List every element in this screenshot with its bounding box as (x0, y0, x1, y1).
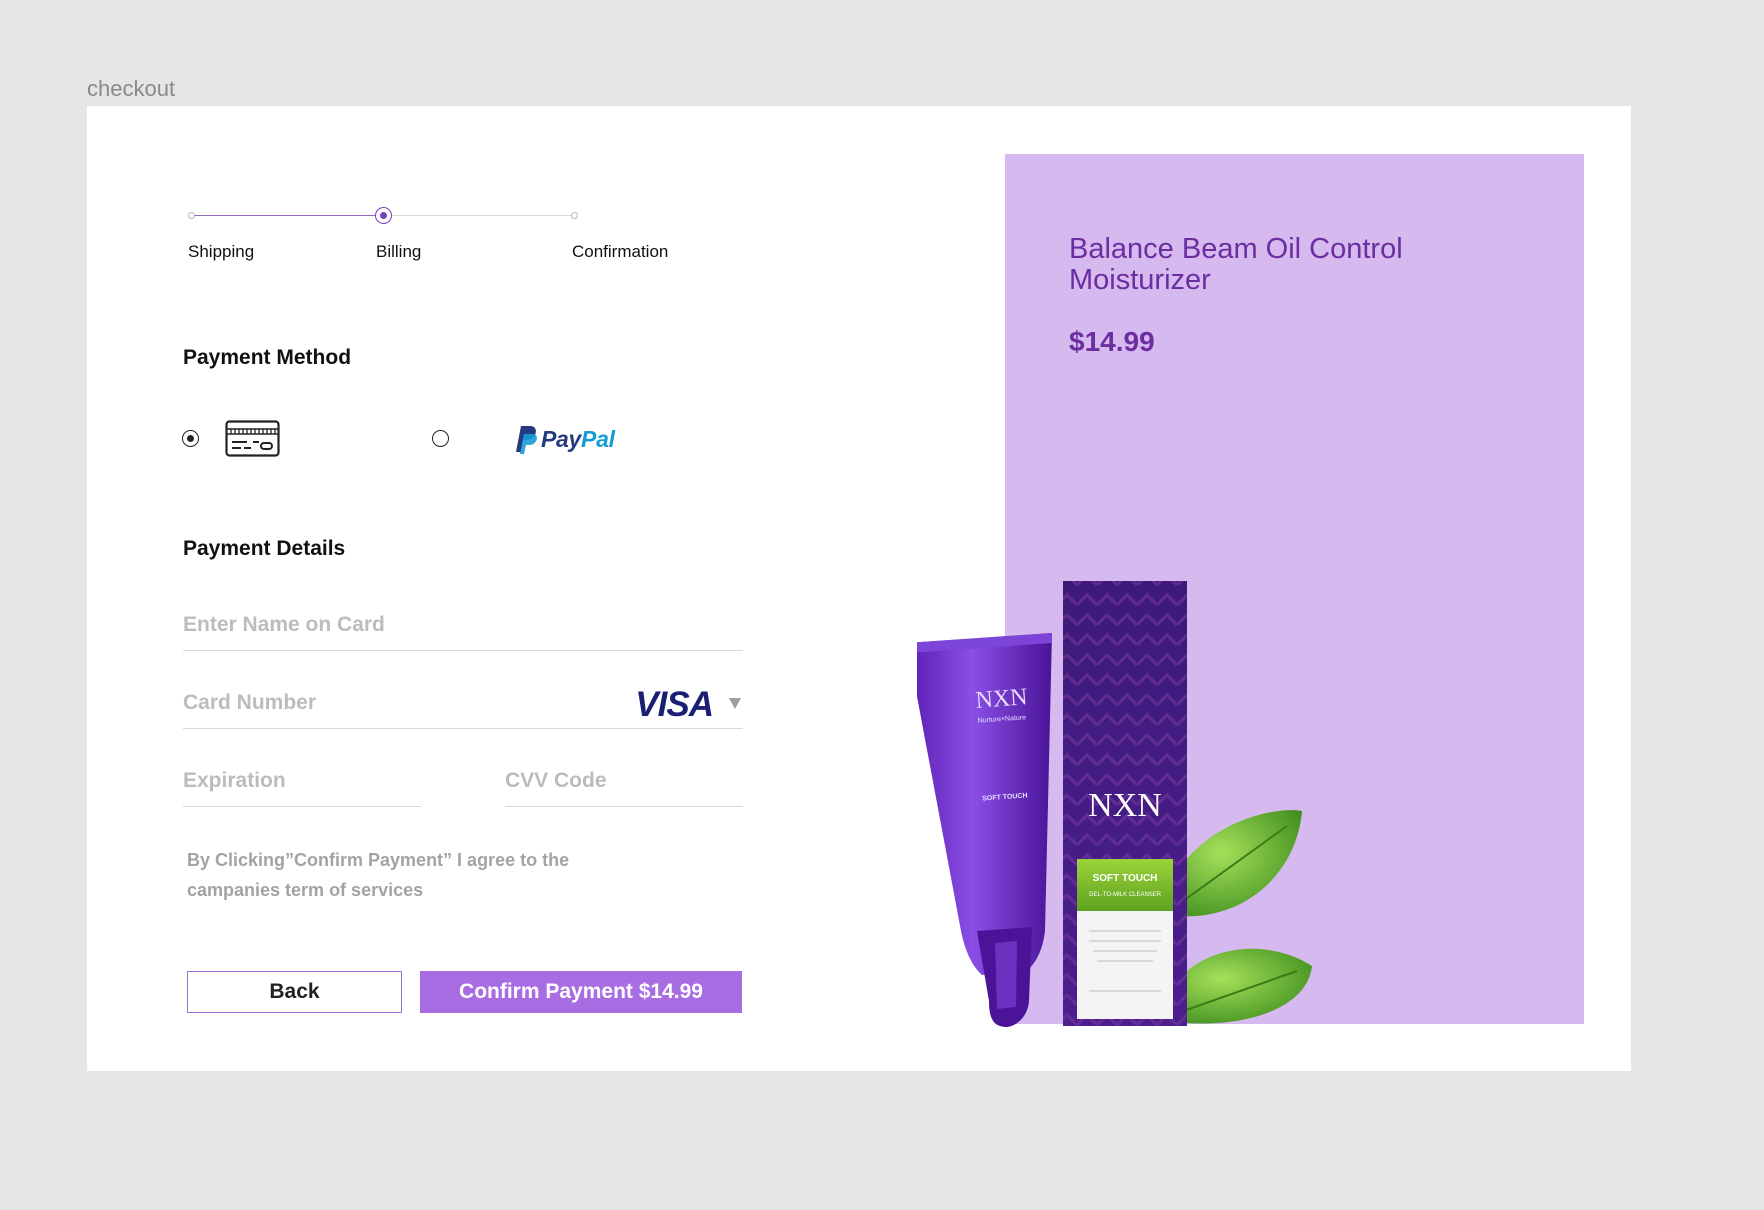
step-label-shipping[interactable]: Shipping (188, 242, 254, 262)
stepper-line-completed (193, 215, 380, 216)
step-dot-confirmation[interactable] (571, 212, 578, 219)
name-on-card-field[interactable]: Enter Name on Card (183, 603, 743, 651)
back-button[interactable]: Back (187, 971, 402, 1013)
progress-stepper (188, 204, 578, 228)
step-label-billing[interactable]: Billing (376, 242, 421, 262)
paypal-logo[interactable]: PayPal (512, 424, 615, 454)
box-product-subtitle: GEL-TO-MILK CLEANSER (1089, 892, 1162, 898)
paypal-icon (516, 426, 537, 454)
product-image: NXN SOFT TOUCH GEL-TO-MILK CLEANSER NXN … (917, 581, 1312, 1027)
paypal-wordmark-pay: Pay (541, 425, 582, 452)
box-product-title: SOFT TOUCH (1093, 873, 1158, 884)
checkout-card: Shipping Billing Confirmation Payment Me… (87, 106, 1631, 1071)
paypal-wordmark-pal: Pal (581, 425, 615, 452)
credit-card-icon[interactable] (225, 420, 280, 457)
card-number-field[interactable]: Card Number VISA (183, 681, 743, 729)
frame-label: checkout (87, 76, 176, 101)
card-number-placeholder: Card Number (183, 691, 317, 714)
step-label-confirmation[interactable]: Confirmation (572, 242, 668, 262)
terms-text: By Clicking”Confirm Payment” I agree to … (187, 850, 570, 900)
confirm-payment-button[interactable]: Confirm Payment $14.99 (420, 971, 742, 1013)
cvv-placeholder: CVV Code (505, 769, 607, 792)
payment-details-title: Payment Details (183, 537, 346, 560)
payment-method-title: Payment Method (183, 346, 352, 369)
product-name: Balance Beam Oil Control Moisturizer (1069, 233, 1403, 296)
expiration-field[interactable]: Expiration (183, 759, 421, 807)
payment-option-paypal-radio[interactable] (432, 430, 449, 447)
step-dot-billing[interactable] (375, 207, 392, 224)
product-price: $14.99 (1069, 326, 1155, 357)
stepper-line-pending (388, 215, 575, 216)
expiration-placeholder: Expiration (183, 769, 286, 792)
tube-brand-text: NXN (975, 684, 1029, 714)
cvv-field[interactable]: CVV Code (505, 759, 743, 807)
step-dot-shipping[interactable] (188, 212, 195, 219)
paypal-wordmark: PayPal (541, 426, 615, 453)
box-brand-text: NXN (1088, 787, 1162, 824)
name-on-card-placeholder: Enter Name on Card (183, 613, 385, 636)
card-type-dropdown-icon[interactable] (729, 698, 741, 709)
visa-logo[interactable]: VISA (635, 685, 714, 725)
payment-option-card-radio[interactable] (182, 430, 199, 447)
